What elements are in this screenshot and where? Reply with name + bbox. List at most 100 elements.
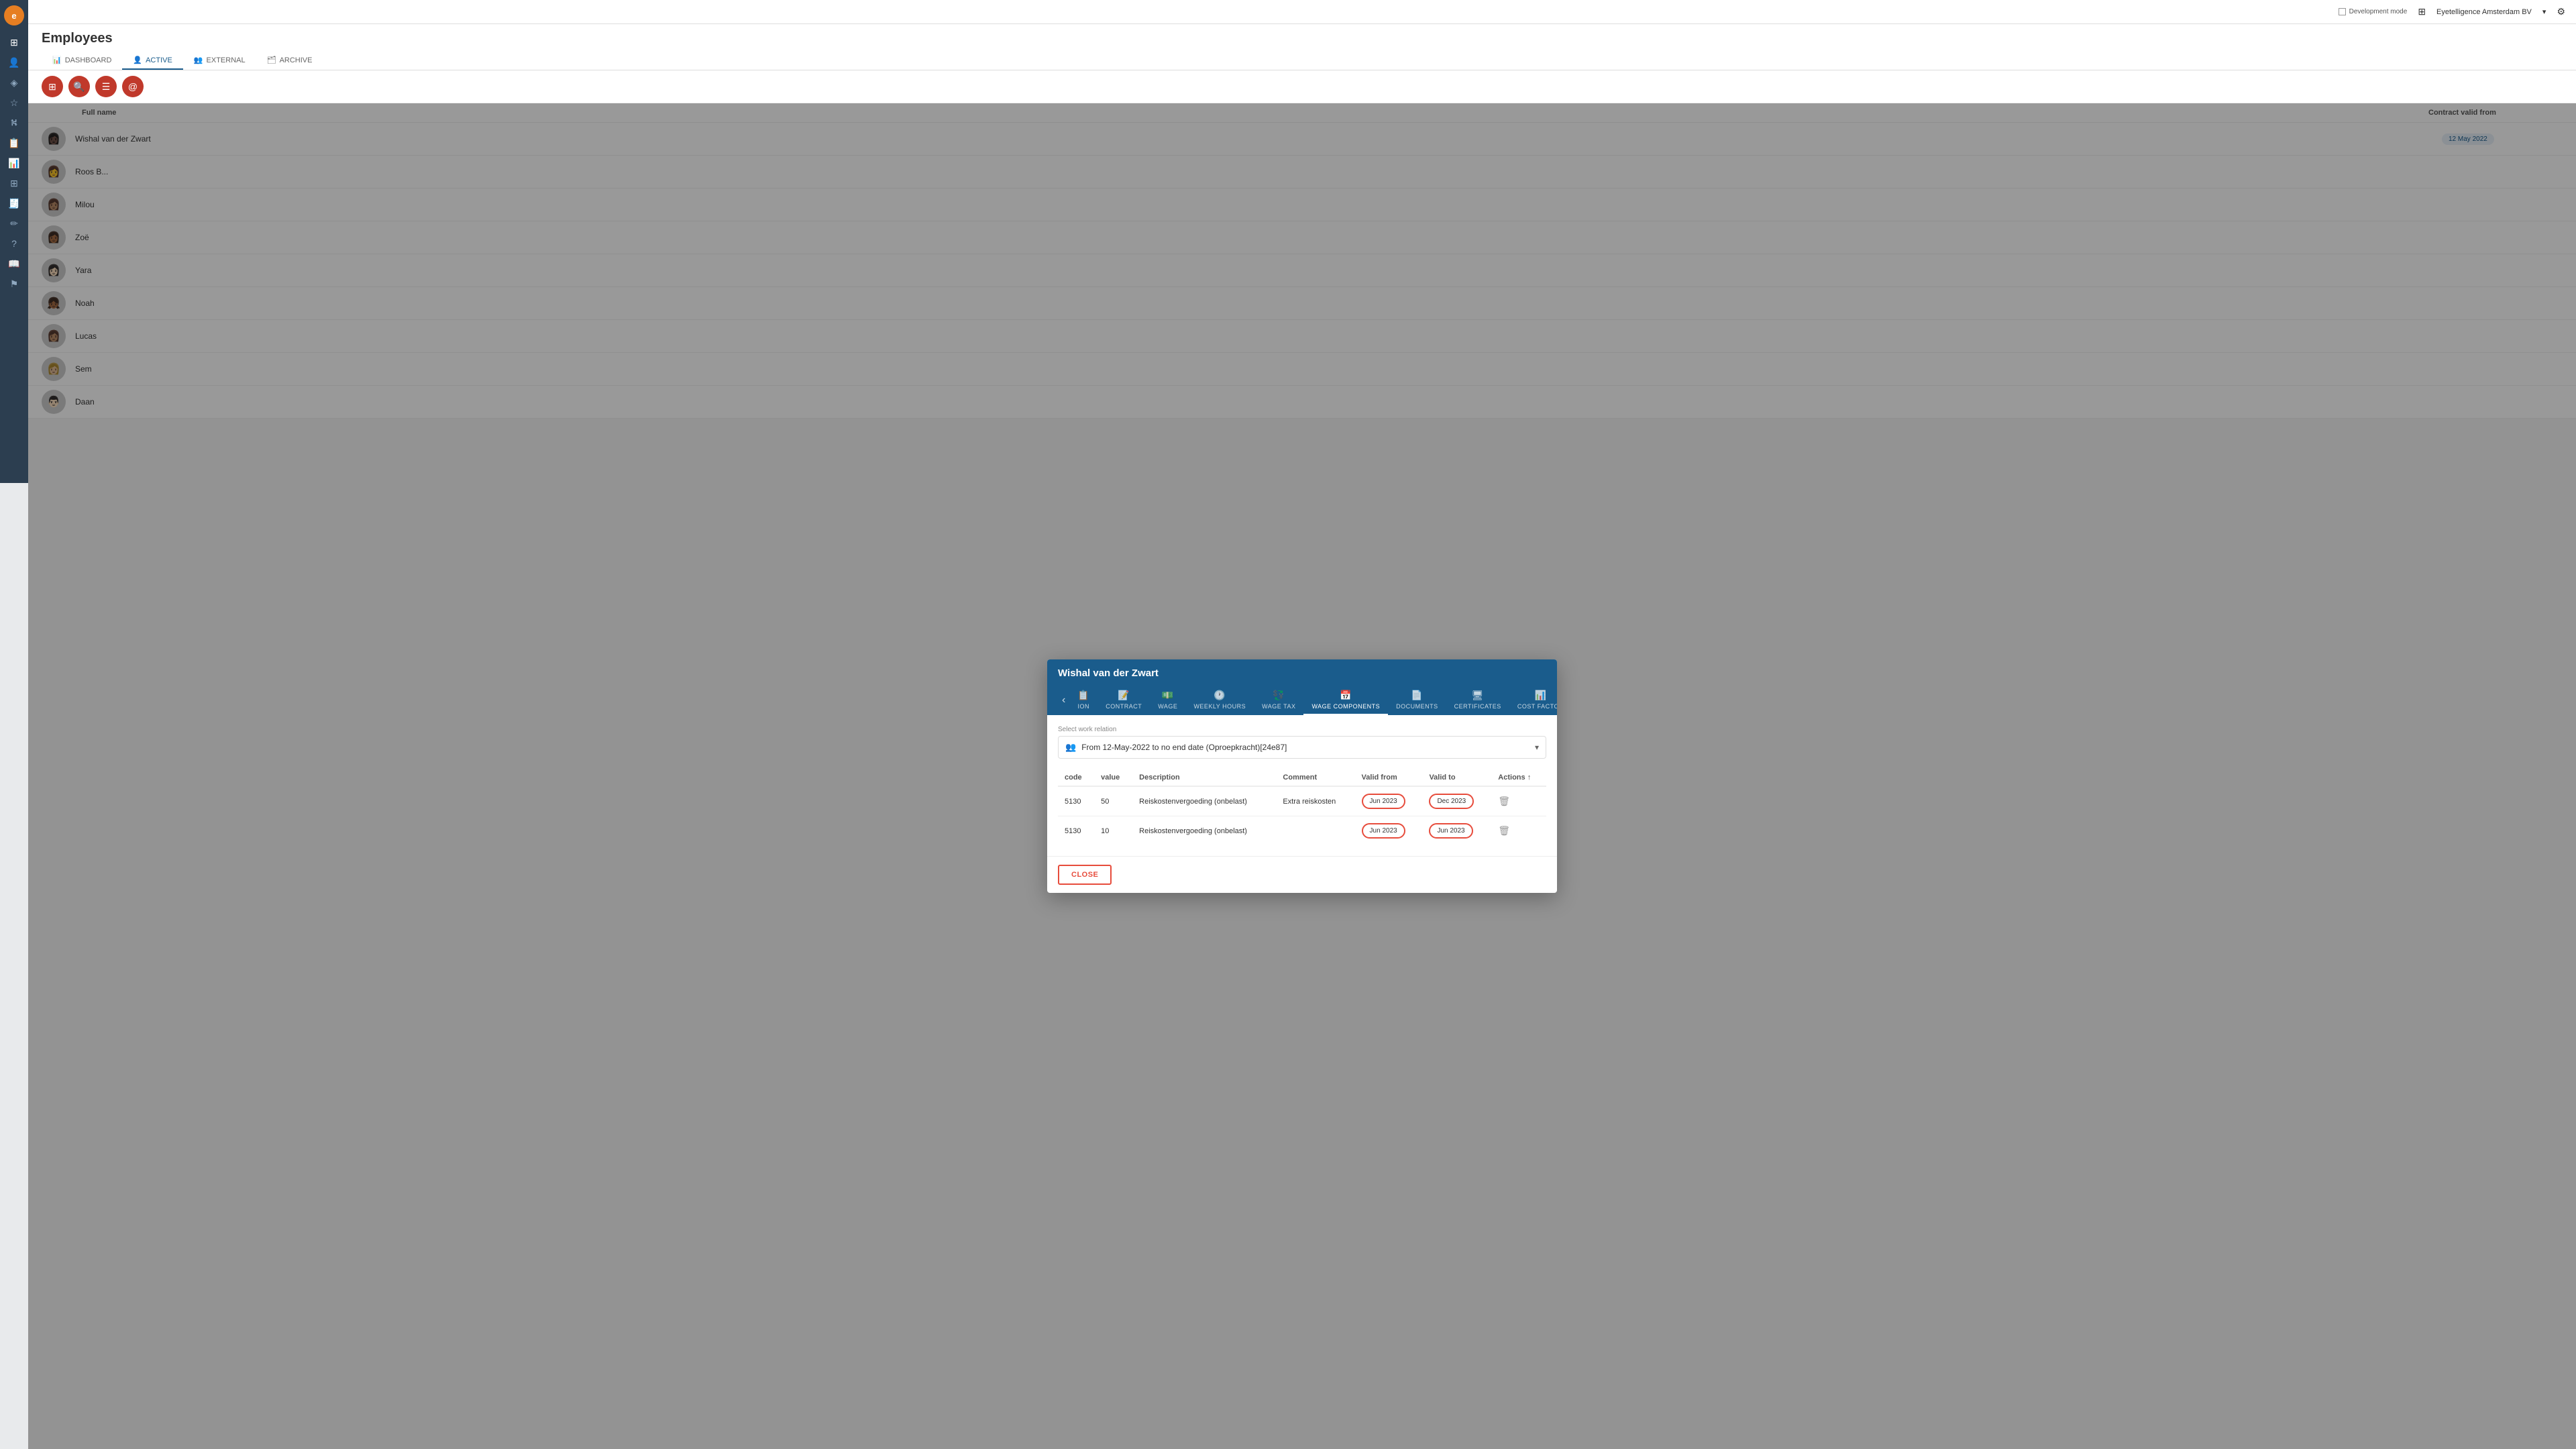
sidebar-item-person[interactable]: 👤 xyxy=(4,54,24,71)
external-icon: 👥 xyxy=(194,56,203,64)
tab-wage-components[interactable]: 📅 WAGE COMPONENTS xyxy=(1303,686,1388,715)
close-button[interactable]: CLOSE xyxy=(1058,865,1112,885)
information-icon: 📋 xyxy=(1077,690,1089,701)
sidebar-item-star[interactable]: ☆ xyxy=(4,94,24,111)
tab-archive[interactable]: 🗂 ARCHIVE xyxy=(256,52,323,70)
valid-to-badge[interactable]: Dec 2023 xyxy=(1429,794,1474,809)
sidebar-item-question[interactable]: ? xyxy=(4,235,24,252)
table-header-row: code value Description Comment Valid fro… xyxy=(1058,769,1546,786)
tab-dashboard[interactable]: 📊 DASHBOARD xyxy=(42,52,122,70)
active-icon: 👤 xyxy=(133,56,142,64)
sidebar-item-chart[interactable]: 📊 xyxy=(4,154,24,172)
valid-to-badge[interactable]: Jun 2023 xyxy=(1429,823,1472,839)
tab-active[interactable]: 👤 ACTIVE xyxy=(122,52,182,70)
dev-mode-checkbox[interactable] xyxy=(2339,8,2346,15)
cost-factor-icon: 📊 xyxy=(1534,690,1546,701)
chevron-down-icon[interactable]: ▾ xyxy=(2542,7,2546,16)
page-nav: 📊 DASHBOARD 👤 ACTIVE 👥 EXTERNAL 🗂 ARCHIV… xyxy=(42,52,2563,70)
col-header-actions: Actions ↑ xyxy=(1491,769,1546,786)
modal-title: Wishal van der Zwart xyxy=(1058,667,1546,679)
cell-code: 5130 xyxy=(1058,816,1094,846)
wage-components-icon: 📅 xyxy=(1340,690,1352,701)
app-logo[interactable]: e xyxy=(4,5,24,25)
wage-components-table: code value Description Comment Valid fro… xyxy=(1058,769,1546,845)
sidebar: e ⊞ 👤 ◈ ☆ ⛕ 📋 📊 ⊞ 🧾 ✏ ? 📖 ⚑ xyxy=(0,0,28,483)
table-row: 5130 50 Reiskostenvergoeding (onbelast) … xyxy=(1058,786,1546,816)
sidebar-item-book[interactable]: 📖 xyxy=(4,255,24,272)
col-header-comment: Comment xyxy=(1276,769,1354,786)
wage-icon: 💵 xyxy=(1162,690,1174,701)
dev-mode-section: Development mode xyxy=(2339,8,2408,15)
cell-value: 50 xyxy=(1094,786,1132,816)
col-header-valid-from: Valid from xyxy=(1355,769,1423,786)
cell-comment: Extra reiskosten xyxy=(1276,786,1354,816)
cell-valid-to: Jun 2023 xyxy=(1422,816,1491,846)
modal-footer: CLOSE xyxy=(1047,856,1557,893)
tab-contract[interactable]: 📝 CONTRACT xyxy=(1097,686,1150,715)
kanban-button[interactable]: ⊞ xyxy=(42,76,63,97)
app-topbar: Development mode ⊞ Eyetelligence Amsterd… xyxy=(28,0,2576,24)
cell-actions: 🗑 xyxy=(1491,816,1546,846)
modal-overlay: Wishal van der Zwart ‹ 📋 ION 📝 CONTRACT xyxy=(28,103,2576,1449)
toolbar: ⊞ 🔍 ☰ @ xyxy=(28,70,2576,103)
wage-tax-icon: 💱 xyxy=(1273,690,1285,701)
company-name[interactable]: Eyetelligence Amsterdam BV xyxy=(2436,8,2532,16)
sidebar-item-flag[interactable]: ⚑ xyxy=(4,275,24,292)
sidebar-item-dashboard[interactable]: ◈ xyxy=(4,74,24,91)
dev-mode-label: Development mode xyxy=(2349,8,2408,15)
valid-from-badge[interactable]: Jun 2023 xyxy=(1362,794,1405,809)
tab-external[interactable]: 👥 EXTERNAL xyxy=(183,52,256,70)
list-button[interactable]: ☰ xyxy=(95,76,117,97)
email-button[interactable]: @ xyxy=(122,76,144,97)
certificates-icon: 🖥 xyxy=(1472,690,1484,701)
sidebar-item-tree[interactable]: ⛕ xyxy=(4,114,24,131)
sidebar-item-home[interactable]: ⊞ xyxy=(4,34,24,51)
col-header-code: code xyxy=(1058,769,1094,786)
search-button[interactable]: 🔍 xyxy=(68,76,90,97)
select-chevron-icon: ▾ xyxy=(1535,743,1539,752)
grid-icon[interactable]: ⊞ xyxy=(2418,6,2426,17)
cell-value: 10 xyxy=(1094,816,1132,846)
sidebar-item-reports[interactable]: 📋 xyxy=(4,134,24,152)
modal-body: Select work relation 👥 From 12-May-2022 … xyxy=(1047,715,1557,856)
sidebar-item-edit[interactable]: ✏ xyxy=(4,215,24,232)
tab-certificates[interactable]: 🖥 CERTIFICATES xyxy=(1446,686,1509,715)
cell-description: Reiskostenvergoeding (onbelast) xyxy=(1132,786,1276,816)
delete-button[interactable]: 🗑 xyxy=(1498,825,1510,836)
table-row: 5130 10 Reiskostenvergoeding (onbelast) … xyxy=(1058,816,1546,846)
documents-icon: 📄 xyxy=(1411,690,1423,701)
contract-icon: 📝 xyxy=(1118,690,1130,701)
col-header-description: Description xyxy=(1132,769,1276,786)
cell-comment xyxy=(1276,816,1354,846)
tab-wage[interactable]: 💵 WAGE xyxy=(1150,686,1185,715)
tab-weekly-hours[interactable]: 🕐 WEEKLY HOURS xyxy=(1185,686,1254,715)
weekly-hours-icon: 🕐 xyxy=(1214,690,1226,701)
dashboard-icon: 📊 xyxy=(52,56,62,64)
cell-valid-from: Jun 2023 xyxy=(1355,786,1423,816)
cell-valid-to: Dec 2023 xyxy=(1422,786,1491,816)
tab-wage-tax[interactable]: 💱 WAGE TAX xyxy=(1254,686,1303,715)
col-header-value: value xyxy=(1094,769,1132,786)
page-header: Employees 📊 DASHBOARD 👤 ACTIVE 👥 EXTERNA… xyxy=(28,24,2576,70)
employee-list-area: Full name Contract valid from Wishal van… xyxy=(28,103,2576,1449)
valid-from-badge[interactable]: Jun 2023 xyxy=(1362,823,1405,839)
cell-valid-from: Jun 2023 xyxy=(1355,816,1423,846)
archive-icon: 🗂 xyxy=(267,56,276,64)
tabs-prev-arrow[interactable]: ‹ xyxy=(1058,694,1069,706)
col-header-valid-to: Valid to xyxy=(1422,769,1491,786)
cell-code: 5130 xyxy=(1058,786,1094,816)
tab-information[interactable]: 📋 ION xyxy=(1069,686,1097,715)
work-relation-select[interactable]: 👥 From 12-May-2022 to no end date (Oproe… xyxy=(1058,736,1546,759)
modal-header: Wishal van der Zwart ‹ 📋 ION 📝 CONTRACT xyxy=(1047,659,1557,715)
tab-documents[interactable]: 📄 DOCUMENTS xyxy=(1388,686,1446,715)
cell-actions: 🗑 xyxy=(1491,786,1546,816)
sidebar-item-receipt[interactable]: 🧾 xyxy=(4,195,24,212)
delete-button[interactable]: 🗑 xyxy=(1498,796,1510,806)
sidebar-item-grid[interactable]: ⊞ xyxy=(4,174,24,192)
modal-tabs: ‹ 📋 ION 📝 CONTRACT 💵 WAGE xyxy=(1058,686,1546,715)
gear-icon[interactable]: ⚙ xyxy=(2557,6,2565,17)
cell-description: Reiskostenvergoeding (onbelast) xyxy=(1132,816,1276,846)
tab-cost-factor[interactable]: 📊 COST FACTOR xyxy=(1509,686,1557,715)
page-title: Employees xyxy=(42,31,2563,46)
select-row-text: From 12-May-2022 to no end date (Oproepk… xyxy=(1081,743,1529,752)
